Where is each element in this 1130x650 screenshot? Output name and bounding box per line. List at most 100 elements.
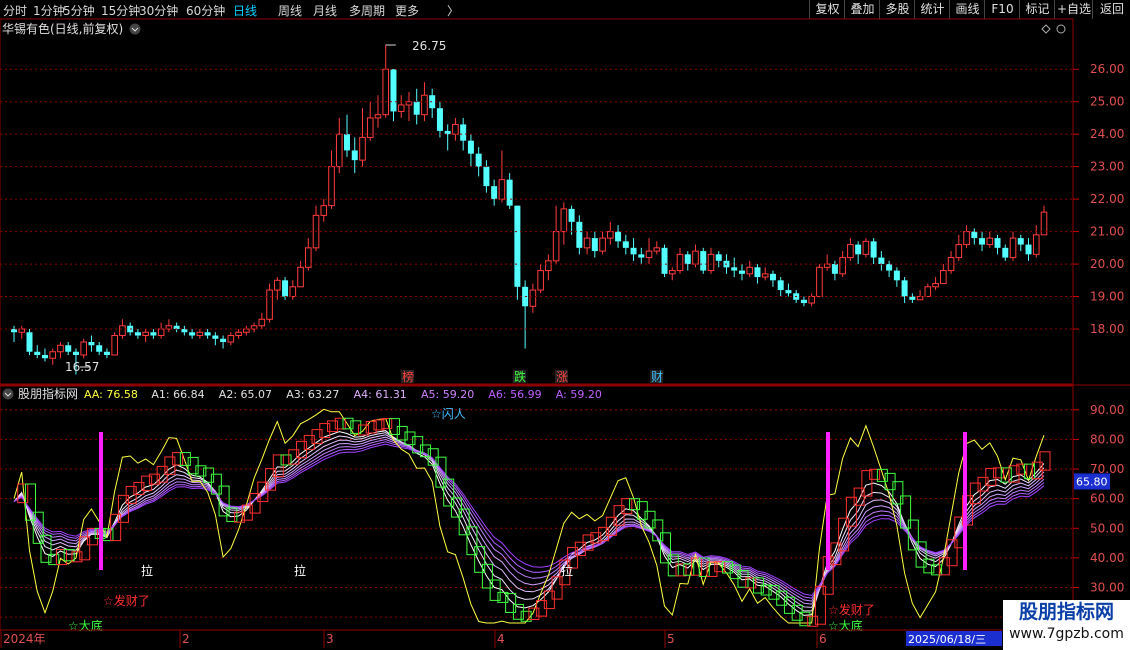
candle (831, 260, 838, 281)
indicator-tick-label: 40.00 (1090, 551, 1124, 565)
candle (41, 348, 48, 362)
event-marker[interactable]: 榜 (402, 369, 414, 384)
candle (661, 244, 668, 278)
candle (1002, 244, 1009, 261)
high-price-label: 26.75 (412, 39, 446, 53)
candle (390, 69, 397, 122)
candle (816, 264, 823, 298)
candle (429, 88, 436, 118)
indicator-value: A: 59.20 (556, 388, 602, 401)
signal-bar (826, 432, 830, 570)
indicator-ma-line (13, 441, 1045, 599)
candle (250, 322, 258, 333)
candle (986, 231, 994, 248)
candle (312, 205, 320, 252)
candle (1009, 231, 1017, 261)
candle (1032, 225, 1040, 258)
candle (777, 277, 784, 297)
step-boxes (17, 417, 1051, 627)
candle (731, 257, 738, 278)
candle (173, 322, 180, 333)
candle (893, 267, 900, 287)
current-date-label: 2025/06/18/三 (908, 633, 986, 646)
low-price-label: 16.57 (65, 360, 99, 374)
circle-icon[interactable] (1056, 24, 1066, 34)
indicator-value: A2: 65.07 (219, 388, 272, 401)
candle (227, 332, 235, 346)
candle (467, 134, 474, 167)
candle (568, 205, 575, 235)
candle (212, 332, 219, 346)
candle (335, 117, 343, 174)
indicator-value: A6: 56.99 (488, 388, 541, 401)
indicator-signal: 拉 (294, 563, 306, 578)
indicator-lines (13, 408, 1051, 627)
indicator-value: A1: 66.84 (151, 388, 204, 401)
indicator-signal: ☆大底 (68, 618, 103, 633)
indicator-ma-line (13, 434, 1045, 608)
candle (96, 342, 103, 355)
candle (181, 325, 188, 336)
candle (599, 231, 606, 255)
candle (11, 325, 17, 343)
candle (947, 251, 955, 274)
watermark: 股朋指标网 www.7gpzb.com (1003, 600, 1130, 650)
event-marker[interactable]: 涨 (556, 369, 568, 384)
candle (622, 234, 629, 255)
candle (157, 322, 165, 339)
candle (583, 231, 591, 255)
diamond-icon[interactable] (1041, 24, 1051, 34)
candle (111, 332, 118, 356)
candle (514, 205, 521, 300)
indicator-tick-label: 50.00 (1090, 521, 1124, 535)
event-marker[interactable]: 财 (651, 370, 663, 384)
indicator-tick-label: 80.00 (1090, 432, 1124, 446)
candle (165, 319, 173, 333)
indicator-signal: 拉 (561, 563, 573, 578)
candle (235, 329, 242, 339)
candle (715, 251, 722, 268)
current-value-label: 65.80 (1076, 475, 1108, 488)
price-tick-label: 26.00 (1090, 62, 1124, 76)
candle (994, 234, 1001, 255)
candle (785, 283, 792, 297)
signal-bar (99, 432, 103, 570)
watermark-url: www.7gpzb.com (1009, 626, 1124, 642)
date-label: 6 (819, 632, 827, 646)
candle (955, 234, 963, 261)
event-marker[interactable]: 跌 (514, 369, 526, 384)
candle (297, 260, 304, 288)
candle (491, 179, 498, 206)
candle (924, 283, 932, 298)
price-tick-label: 22.00 (1090, 192, 1124, 206)
candle (366, 101, 374, 141)
candle (506, 173, 513, 209)
date-label: 2 (182, 632, 190, 646)
dropdown-icon[interactable] (129, 23, 141, 35)
candle (49, 348, 57, 365)
candle (351, 137, 358, 174)
price-tick-label: 25.00 (1090, 95, 1124, 109)
chart-canvas: 华锡有色(日线,前复权) 26.0025.0024.0023.0022.0021… (0, 18, 1130, 648)
candle (761, 267, 769, 281)
candle (34, 345, 41, 359)
price-tick-label: 21.00 (1090, 225, 1124, 239)
candle (552, 205, 560, 265)
candle (498, 150, 506, 203)
candle (522, 280, 529, 349)
candle (909, 293, 916, 304)
indicator-dropdown[interactable] (2, 388, 14, 400)
candle (638, 247, 645, 265)
candle (204, 329, 211, 339)
candle (320, 199, 328, 222)
candle (963, 225, 970, 248)
candle (382, 44, 390, 118)
candle (243, 325, 250, 336)
indicator-signal: ☆闪人 (431, 407, 466, 421)
candle (878, 251, 885, 271)
candle (653, 241, 661, 255)
date-label: 3 (326, 632, 334, 646)
candle (1017, 234, 1024, 252)
candle (576, 215, 583, 255)
indicator-name: 股朋指标网 (18, 386, 78, 401)
